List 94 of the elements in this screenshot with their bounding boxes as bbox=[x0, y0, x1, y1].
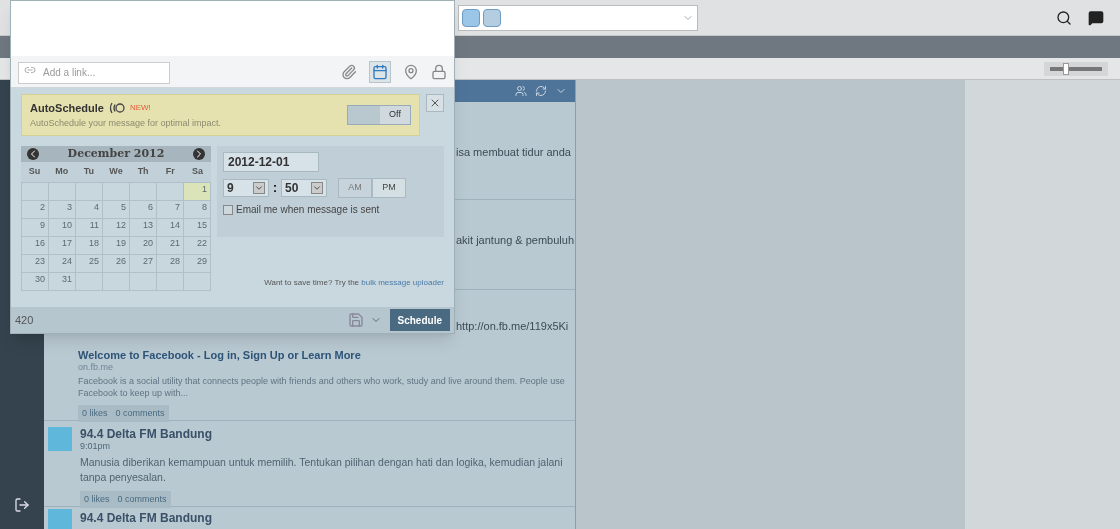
link-url[interactable]: http://on.fb.me/119x5Ki bbox=[456, 320, 569, 332]
calendar-day[interactable]: 11 bbox=[76, 219, 103, 237]
slider-thumb[interactable] bbox=[1062, 62, 1069, 75]
calendar-day[interactable]: 20 bbox=[130, 237, 157, 255]
calendar-day[interactable]: 6 bbox=[130, 201, 157, 219]
refresh-icon[interactable] bbox=[535, 85, 547, 97]
calendar-day[interactable]: 13 bbox=[130, 219, 157, 237]
calendar-day[interactable]: 15 bbox=[184, 219, 211, 237]
bulk-uploader-link[interactable]: bulk message uploader bbox=[361, 278, 444, 287]
calendar-day[interactable]: 17 bbox=[49, 237, 76, 255]
calendar-day[interactable]: 22 bbox=[184, 237, 211, 255]
location-icon[interactable] bbox=[403, 63, 419, 80]
profile-icon bbox=[462, 8, 480, 27]
calendar-day[interactable]: 23 bbox=[22, 255, 49, 273]
autoschedule-description: AutoSchedule your message for optimal impact. bbox=[30, 116, 223, 130]
close-icon bbox=[429, 97, 441, 109]
meridiem-button[interactable]: AM bbox=[338, 178, 372, 198]
calendar-day[interactable]: 7 bbox=[157, 201, 184, 219]
calendar-icon[interactable] bbox=[369, 60, 391, 83]
calendar-day[interactable]: 14 bbox=[157, 219, 184, 237]
weekday-label: Su bbox=[27, 165, 42, 179]
calendar-day[interactable]: 5 bbox=[103, 201, 130, 219]
email-option-label: Email me when message is sent bbox=[236, 203, 380, 217]
avatar-placeholder bbox=[48, 427, 72, 451]
calendar-day[interactable]: 19 bbox=[103, 237, 130, 255]
next-month-icon[interactable] bbox=[193, 148, 205, 160]
calendar-day[interactable]: 24 bbox=[49, 255, 76, 273]
link-domain: on.fb.me bbox=[78, 361, 115, 373]
new-label: NEW! bbox=[129, 102, 151, 115]
users-icon[interactable] bbox=[515, 85, 527, 97]
weekday-label: Sa bbox=[190, 165, 204, 179]
calendar-day[interactable]: 21 bbox=[157, 237, 184, 255]
weekday-label: Mo bbox=[54, 165, 70, 179]
calendar-day[interactable]: 27 bbox=[130, 255, 157, 273]
schedule-button[interactable]: Schedule bbox=[389, 309, 450, 331]
profile-icon bbox=[483, 8, 501, 27]
calendar-day[interactable]: 25 bbox=[76, 255, 103, 273]
weekday-label: Fr bbox=[164, 165, 176, 179]
attachment-icon[interactable] bbox=[341, 63, 357, 80]
post-time: 9:01pm bbox=[80, 441, 112, 452]
calendar-day[interactable]: 1 bbox=[184, 183, 211, 201]
close-button[interactable] bbox=[426, 94, 444, 112]
calendar-day[interactable]: 9 bbox=[22, 219, 49, 237]
meridiem-button[interactable]: PM bbox=[372, 178, 406, 198]
calendar-day[interactable]: 26 bbox=[103, 255, 130, 273]
calendar-day[interactable]: 2 bbox=[22, 201, 49, 219]
post-text: akit jantung & pembuluh bbox=[456, 234, 575, 246]
profile-selector[interactable] bbox=[458, 4, 698, 31]
logout-icon[interactable] bbox=[14, 497, 30, 513]
calendar-day[interactable]: 29 bbox=[184, 255, 211, 273]
character-count: 420 bbox=[15, 312, 34, 328]
zoom-slider[interactable] bbox=[1044, 61, 1108, 76]
weekday-label: Th bbox=[136, 165, 150, 179]
comments-count[interactable]: 0 comments bbox=[117, 494, 167, 505]
time-separator: : bbox=[272, 180, 278, 197]
post-text: Manusia diberikan kemampuan untuk memilih. Tentukan pilihan dengan hati dan logika, kemudian jalani tanpa penyesalan. bbox=[80, 455, 564, 485]
date-field[interactable]: 2012-12-01 bbox=[223, 152, 319, 172]
hour-select[interactable]: 9 bbox=[223, 179, 269, 197]
chat-icon[interactable] bbox=[1088, 9, 1104, 26]
lock-icon[interactable] bbox=[431, 63, 447, 80]
likes-count[interactable]: 0 likes bbox=[84, 494, 110, 505]
calendar-day[interactable]: 30 bbox=[22, 273, 49, 291]
calendar-day[interactable]: 28 bbox=[157, 255, 184, 273]
link-title[interactable]: Welcome to Facebook - Log in, Sign Up or Learn More bbox=[78, 348, 567, 362]
weekday-label: We bbox=[108, 165, 124, 179]
signal-icon bbox=[107, 102, 126, 115]
caret-icon bbox=[253, 182, 265, 194]
search-icon[interactable] bbox=[1056, 9, 1072, 26]
calendar-day[interactable]: 10 bbox=[49, 219, 76, 237]
autoschedule-toggle[interactable]: Off bbox=[347, 105, 411, 125]
link-summary: Facebook is a social utility that connects people with friends and others who work, study and live around them. People use Facebook to keep up with... bbox=[78, 374, 566, 399]
calendar-day[interactable]: 3 bbox=[49, 201, 76, 219]
comments-count[interactable]: 0 comments bbox=[115, 407, 165, 419]
post-text: isa membuat tidur anda bbox=[456, 146, 571, 158]
calendar-day[interactable]: 4 bbox=[76, 201, 103, 219]
minute-select[interactable]: 50 bbox=[281, 179, 327, 197]
author-name[interactable]: 94.4 Delta FM Bandung bbox=[80, 509, 213, 529]
previous-month-icon[interactable] bbox=[27, 148, 39, 160]
calendar-day[interactable]: 8 bbox=[184, 201, 211, 219]
save-icon[interactable] bbox=[347, 312, 364, 328]
likes-count[interactable]: 0 likes bbox=[82, 407, 108, 419]
calendar-day[interactable]: 16 bbox=[22, 237, 49, 255]
calendar-day[interactable]: 31 bbox=[49, 273, 76, 291]
weekday-label: Tu bbox=[82, 165, 95, 179]
link-field[interactable]: Add a link... bbox=[18, 61, 170, 84]
email-checkbox[interactable] bbox=[223, 204, 233, 215]
calendar-day[interactable]: 12 bbox=[103, 219, 130, 237]
month-title: December 2012 bbox=[67, 145, 165, 162]
caret-icon bbox=[311, 182, 323, 194]
calendar-day[interactable]: 18 bbox=[76, 237, 103, 255]
autoschedule-title: AutoSchedule bbox=[30, 101, 104, 116]
author-name[interactable]: 94.4 Delta FM Bandung bbox=[80, 427, 567, 441]
bulk-hint: Want to save time? Try the bbox=[264, 278, 360, 287]
avatar-placeholder bbox=[48, 509, 72, 529]
